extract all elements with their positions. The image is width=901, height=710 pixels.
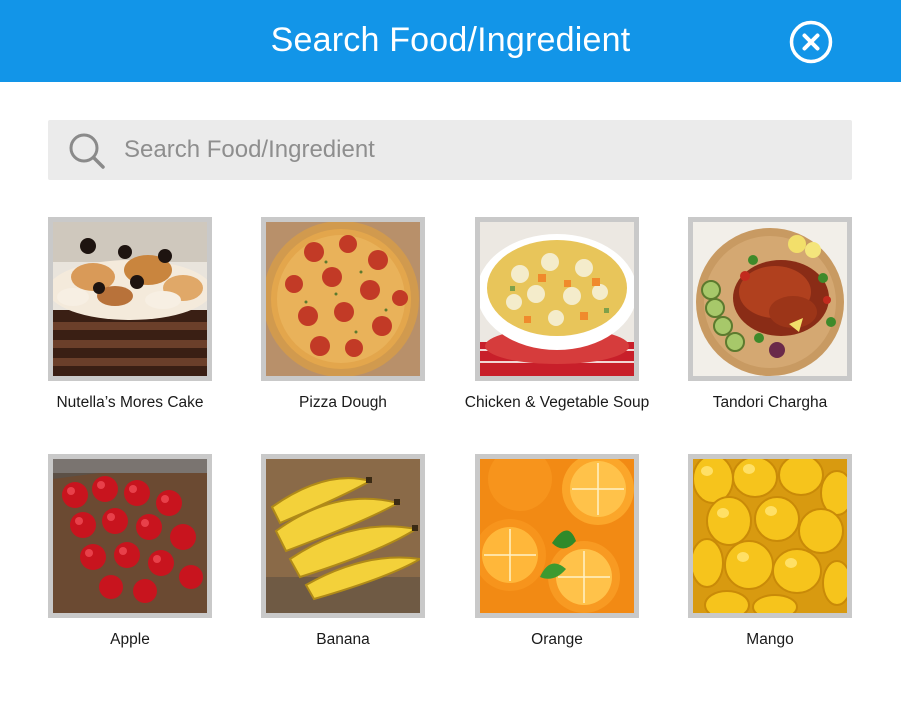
mango-image (693, 459, 847, 613)
food-thumbnail (261, 454, 425, 618)
food-thumbnail (688, 454, 852, 618)
banana-image (266, 459, 420, 613)
food-thumbnail (475, 454, 639, 618)
food-thumbnail (261, 217, 425, 381)
search-food-page: Search Food/Ingredient Search Food/Ingre… (0, 0, 901, 710)
cake-image (53, 222, 207, 376)
food-thumbnail (48, 454, 212, 618)
header-bar: Search Food/Ingredient (0, 0, 901, 82)
food-label: Orange (531, 631, 583, 648)
food-label: Mango (746, 631, 794, 648)
food-card-pizza-dough[interactable]: Pizza Dough (261, 217, 425, 412)
food-label: Apple (110, 631, 150, 648)
food-card-banana[interactable]: Banana (261, 454, 425, 649)
food-thumbnail (475, 217, 639, 381)
search-input[interactable] (124, 120, 824, 180)
chicken-image (693, 222, 847, 376)
food-thumbnail (688, 217, 852, 381)
food-card-tandori-chargha[interactable]: Tandori Chargha (688, 217, 852, 412)
page-title: Search Food/Ingredient (270, 21, 631, 59)
food-label: Nutella’s Mores Cake (56, 394, 204, 411)
food-card-nutella-mores-cake[interactable]: Nutella’s Mores Cake (48, 217, 212, 412)
search-icon (66, 130, 108, 172)
food-card-orange[interactable]: Orange (475, 454, 639, 649)
apple-image (53, 459, 207, 613)
soup-image (480, 222, 634, 376)
food-card-apple[interactable]: Apple (48, 454, 212, 649)
food-label: Chicken & Vegetable Soup (464, 394, 650, 411)
food-card-mango[interactable]: Mango (688, 454, 852, 649)
food-label: Tandori Chargha (712, 394, 828, 411)
food-thumbnail (48, 217, 212, 381)
food-label: Pizza Dough (299, 394, 387, 411)
close-circle-icon (789, 20, 833, 64)
orange-image (480, 459, 634, 613)
food-card-chicken-vegetable-soup[interactable]: Chicken & Vegetable Soup (465, 217, 649, 412)
search-bar[interactable] (48, 120, 852, 180)
close-button[interactable] (789, 20, 833, 64)
food-label: Banana (316, 631, 370, 648)
pizza-image (266, 222, 420, 376)
